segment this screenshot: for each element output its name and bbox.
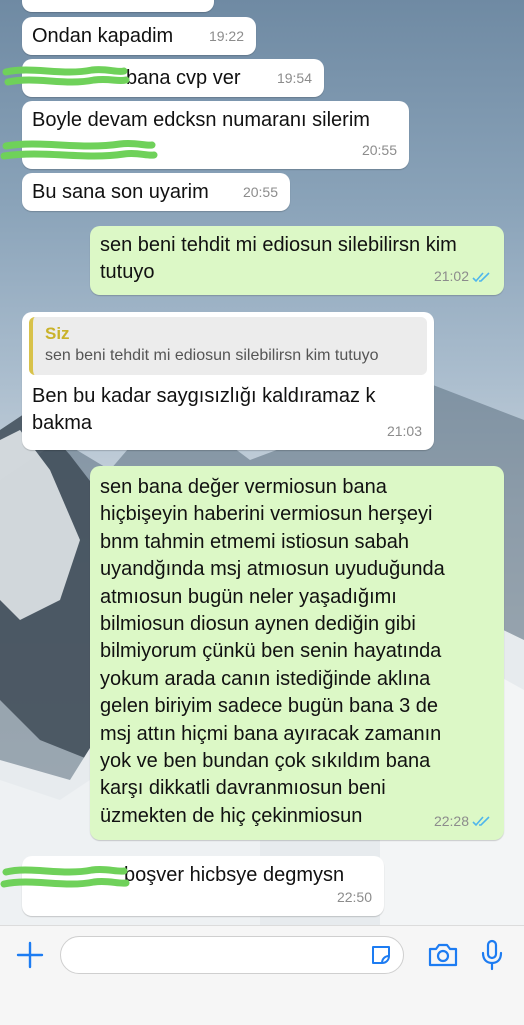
- camera-icon[interactable]: [427, 941, 459, 969]
- message-timestamp: 22:50: [336, 889, 372, 905]
- message-timestamp: 21:02: [434, 263, 492, 290]
- read-receipt-icon: [472, 271, 490, 282]
- message-text: Ben bu kadar saygısızlığı kaldıramaz k b…: [32, 385, 376, 434]
- quoted-message[interactable]: Siz sen beni tehdit mi ediosun silebilir…: [29, 317, 427, 375]
- message-bubble-incoming[interactable]: Ondan kapadim 19:22: [22, 17, 256, 55]
- composer-bar: [0, 925, 524, 1025]
- plus-icon[interactable]: [15, 940, 45, 970]
- message-timestamp: 21:03: [386, 423, 422, 439]
- message-bubble-incoming-reply[interactable]: Siz sen beni tehdit mi ediosun silebilir…: [22, 312, 434, 450]
- microphone-icon[interactable]: [480, 939, 504, 971]
- redaction-scribble: [2, 66, 130, 86]
- message-timestamp: 20:55: [361, 142, 397, 158]
- message-text: sen bana değer vermiosun bana hiçbişeyin…: [100, 476, 445, 827]
- message-bubble-incoming[interactable]: Bu sana son uyarim 20:55: [22, 173, 290, 211]
- message-timestamp: 19:54: [276, 70, 312, 86]
- message-text: Ondan kapadim: [32, 25, 174, 47]
- message-list[interactable]: Ondan kapadim 19:22 bana cvp ver 19:54 B…: [0, 0, 524, 925]
- message-text: Bu sana son uyarim: [32, 181, 209, 203]
- redaction-scribble: [0, 865, 130, 888]
- message-bubble-outgoing[interactable]: sen bana değer vermiosun bana hiçbişeyin…: [90, 466, 504, 840]
- redaction-scribble: [0, 139, 158, 160]
- message-bubble-outgoing[interactable]: sen beni tehdit mi ediosun silebilirsn k…: [90, 226, 504, 295]
- sticker-icon[interactable]: [369, 943, 393, 967]
- message-bubble-partial[interactable]: [22, 0, 214, 12]
- read-receipt-icon: [472, 816, 490, 827]
- quoted-author: Siz: [45, 324, 70, 343]
- message-timestamp: 20:55: [242, 184, 278, 200]
- message-timestamp: 19:22: [208, 28, 244, 44]
- message-input[interactable]: [60, 936, 404, 974]
- message-text: Boyle devam edcksn numaranı silerim: [32, 109, 370, 131]
- quoted-text: sen beni tehdit mi ediosun silebilirsn k…: [45, 347, 379, 364]
- message-timestamp: 22:28: [434, 808, 492, 835]
